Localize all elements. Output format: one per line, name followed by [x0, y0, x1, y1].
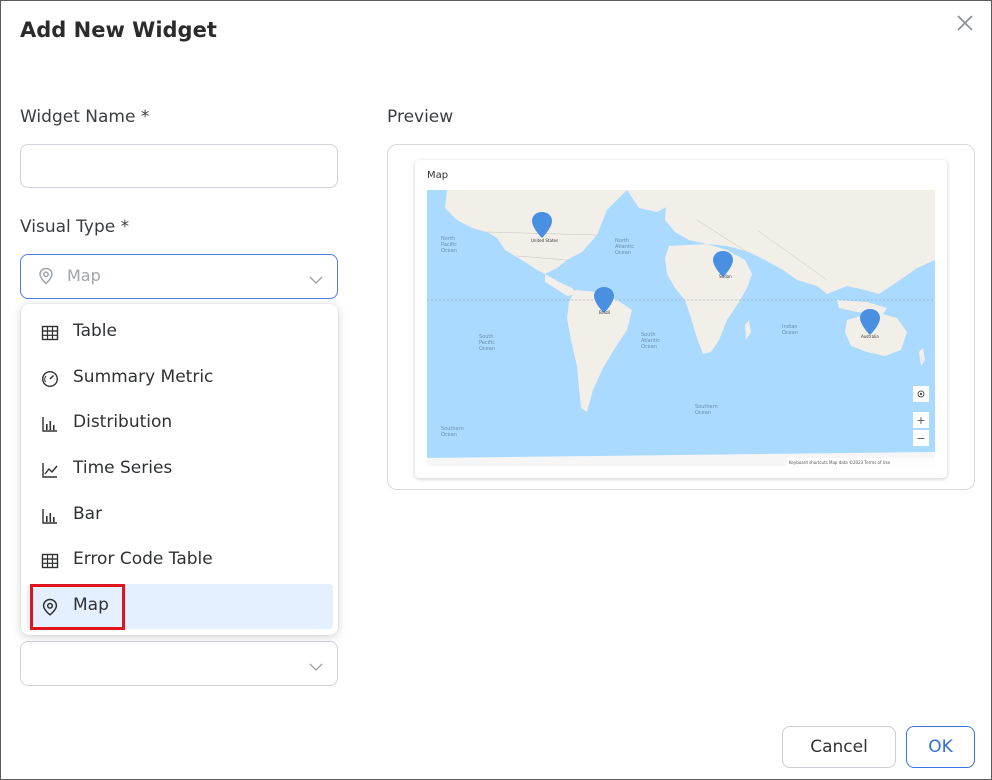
cancel-button[interactable]: Cancel — [782, 726, 896, 768]
zoom-in-button[interactable]: + — [913, 412, 929, 428]
svg-text:Ocean: Ocean — [441, 432, 457, 438]
gauge-icon — [41, 370, 59, 388]
preview-label: Preview — [387, 107, 454, 127]
map-widget-card: Map North Pacific Ocean North Atlantic O… — [415, 160, 947, 478]
table-icon — [41, 324, 59, 342]
bar-chart-icon — [41, 415, 59, 433]
map-card-title: Map — [427, 170, 449, 181]
dropdown-option-label: Bar — [73, 504, 103, 524]
dropdown-option-table[interactable]: Table — [21, 310, 338, 355]
dropdown-option-map[interactable]: Map — [27, 584, 333, 629]
svg-text:Ocean: Ocean — [641, 344, 657, 350]
close-icon[interactable] — [953, 11, 977, 35]
dropdown-option-label: Error Code Table — [73, 549, 213, 569]
dropdown-option-label: Time Series — [73, 458, 173, 478]
locate-icon[interactable] — [913, 386, 929, 402]
dropdown-option-bar[interactable]: Bar — [21, 493, 338, 538]
svg-text:Keyboard shortcuts Map data: Keyboard shortcuts Map data ©2023 Terms … — [789, 460, 891, 465]
svg-text:Australia: Australia — [861, 334, 879, 339]
svg-text:Sudan: Sudan — [719, 274, 732, 279]
world-map-graphic: NorthPacificOcean NorthAtlanticOcean Sou… — [427, 190, 935, 466]
svg-text:Ocean: Ocean — [441, 248, 457, 254]
dropdown-option-error-code-table[interactable]: Error Code Table — [21, 538, 338, 583]
chevron-down-icon — [309, 270, 323, 289]
map-pin-icon — [41, 598, 59, 616]
svg-text:Ocean: Ocean — [695, 410, 711, 416]
ok-button[interactable]: OK — [906, 726, 975, 768]
world-map[interactable]: North Pacific Ocean North Atlantic Ocean Sou… — [427, 190, 935, 466]
visual-type-value: Map — [67, 266, 101, 285]
dropdown-option-label: Distribution — [73, 412, 173, 432]
dialog-title: Add New Widget — [20, 18, 217, 42]
svg-text:Ocean: Ocean — [615, 250, 631, 256]
dropdown-option-label: Summary Metric — [73, 367, 214, 387]
add-widget-dialog: Add New Widget Widget Name * Visual Type… — [0, 0, 992, 780]
visual-type-label: Visual Type * — [20, 217, 130, 237]
svg-text:Brazil: Brazil — [599, 310, 610, 315]
widget-name-label: Widget Name * — [20, 107, 150, 127]
svg-text:Ocean: Ocean — [782, 330, 798, 336]
dropdown-option-label: Table — [73, 321, 117, 341]
line-chart-icon — [41, 461, 59, 479]
secondary-select[interactable] — [20, 641, 338, 686]
visual-type-dropdown: Table Summary Metric Distribution Time S… — [21, 304, 338, 635]
dropdown-option-time-series[interactable]: Time Series — [21, 447, 338, 492]
dropdown-option-summary-metric[interactable]: Summary Metric — [21, 356, 338, 401]
dropdown-option-label: Map — [73, 595, 109, 615]
widget-name-input[interactable] — [20, 144, 338, 188]
map-pin-icon — [38, 267, 54, 289]
zoom-out-button[interactable]: − — [913, 430, 929, 446]
bar-chart-icon — [41, 507, 59, 525]
table-icon — [41, 552, 59, 570]
visual-type-select[interactable]: Map — [20, 254, 338, 299]
svg-text:Ocean: Ocean — [479, 346, 495, 352]
preview-panel: Map North Pacific Ocean North Atlantic O… — [387, 144, 975, 490]
chevron-down-icon — [309, 657, 323, 676]
svg-text:United States: United States — [531, 238, 558, 243]
dropdown-option-distribution[interactable]: Distribution — [21, 401, 338, 446]
